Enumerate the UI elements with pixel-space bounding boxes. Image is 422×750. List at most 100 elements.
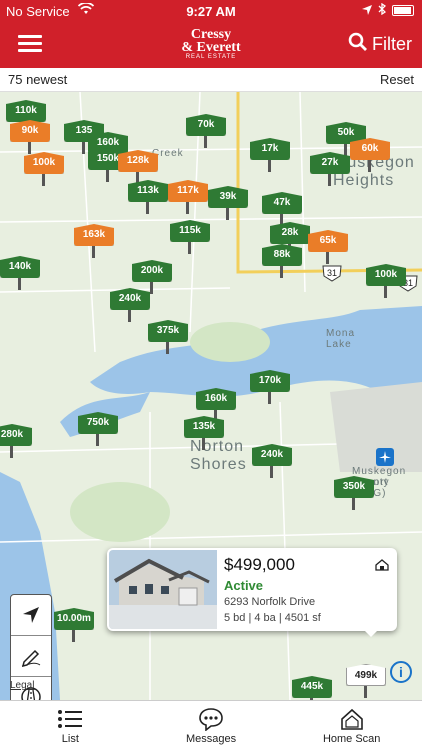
- listing-pin[interactable]: 39k: [208, 186, 248, 220]
- listing-pin[interactable]: 70k: [186, 114, 226, 148]
- listing-pin[interactable]: 17k: [250, 138, 290, 172]
- listing-pin[interactable]: 499k: [346, 664, 386, 698]
- listing-pin[interactable]: 88k: [262, 244, 302, 278]
- listing-pin-price: 280k: [0, 424, 32, 446]
- listing-pin[interactable]: 60k: [350, 138, 390, 172]
- home-scan-icon: [281, 705, 422, 733]
- listing-pin-stem: [202, 438, 205, 450]
- reset-button[interactable]: Reset: [380, 72, 414, 87]
- filter-label: Filter: [372, 34, 412, 54]
- listing-pin-price: 117k: [168, 180, 208, 202]
- listing-pin-price: 170k: [250, 370, 290, 392]
- listing-pin-stem: [384, 286, 387, 298]
- listing-price: $499,000: [224, 555, 295, 574]
- listing-pin-price: 88k: [262, 244, 302, 266]
- listing-pin[interactable]: 27k: [310, 152, 350, 186]
- listing-pin[interactable]: 90k: [10, 120, 50, 154]
- listing-pin[interactable]: 170k: [250, 370, 290, 404]
- place-label: Mona: [326, 328, 356, 339]
- listing-pin-price: 128k: [118, 150, 158, 172]
- tab-bar: List Messages Home Scan: [0, 700, 422, 750]
- listing-pin[interactable]: 10.00m: [54, 608, 94, 642]
- listing-pin[interactable]: 375k: [148, 320, 188, 354]
- listing-pin-price: 90k: [10, 120, 50, 142]
- listing-pin-stem: [106, 170, 109, 182]
- listing-pin-stem: [166, 342, 169, 354]
- results-bar: 75 newest Reset: [0, 68, 422, 92]
- listing-photo: [109, 550, 217, 629]
- listing-pin-price: 10.00m: [54, 608, 94, 630]
- tab-messages[interactable]: Messages: [141, 701, 282, 750]
- listing-pin[interactable]: 280k: [0, 424, 32, 458]
- svg-text:31: 31: [327, 268, 337, 278]
- listing-pin-price: 60k: [350, 138, 390, 160]
- tab-list-label: List: [61, 733, 79, 745]
- listing-pin-stem: [18, 278, 21, 290]
- listing-pin-price: 47k: [262, 192, 302, 214]
- listing-card[interactable]: $499,000 Active 6293 Norfolk Drive 5 bd …: [107, 548, 397, 637]
- listing-pin-price: 350k: [334, 476, 374, 498]
- listing-pin[interactable]: 163k: [74, 224, 114, 258]
- listing-pin-price: 28k: [270, 222, 310, 244]
- listing-pin-stem: [188, 242, 191, 254]
- tab-list[interactable]: List: [0, 701, 141, 750]
- listing-pin-stem: [326, 252, 329, 264]
- listing-pin-price: 100k: [366, 264, 406, 286]
- listing-pin[interactable]: 100k: [366, 264, 406, 298]
- listing-pin-price: 39k: [208, 186, 248, 208]
- listing-pin-stem: [72, 630, 75, 642]
- listing-pin-price: 113k: [128, 180, 168, 202]
- listing-pin-price: 240k: [110, 288, 150, 310]
- listing-pin-price: 445k: [292, 676, 332, 698]
- listing-pin[interactable]: 65k: [308, 230, 348, 264]
- listing-pin-price: 100k: [24, 152, 64, 174]
- listing-pin[interactable]: 140k: [0, 256, 40, 290]
- listing-pin[interactable]: 113k: [128, 180, 168, 214]
- listing-pin-price: 140k: [0, 256, 40, 278]
- route-shield-icon: 31: [322, 265, 342, 282]
- listing-pin-price: 750k: [78, 412, 118, 434]
- listing-pin[interactable]: 128k: [118, 150, 158, 184]
- filter-button[interactable]: Filter: [348, 32, 412, 57]
- card-pointer: [365, 631, 377, 637]
- listing-pin-price: 375k: [148, 320, 188, 342]
- listing-pin[interactable]: 117k: [168, 180, 208, 214]
- draw-button[interactable]: [11, 636, 51, 677]
- listing-pin-stem: [368, 160, 371, 172]
- listing-pin-stem: [268, 392, 271, 404]
- menu-icon[interactable]: [18, 32, 42, 54]
- location-arrow-icon: [362, 3, 372, 18]
- map-view[interactable]: Muskegon Heights Norton Shores Mona Lake…: [0, 92, 422, 700]
- listing-pin[interactable]: 135k: [184, 416, 224, 450]
- listing-pin[interactable]: 100k: [24, 152, 64, 186]
- listing-pin-stem: [280, 266, 283, 278]
- battery-icon: [392, 5, 414, 16]
- list-icon: [0, 705, 141, 733]
- listing-pin-price: 240k: [252, 444, 292, 466]
- listing-pin[interactable]: 240k: [110, 288, 150, 322]
- listing-pin[interactable]: 47k: [262, 192, 302, 226]
- info-icon[interactable]: i: [390, 661, 412, 683]
- legal-link[interactable]: Legal: [10, 680, 34, 691]
- listing-pin-price: 200k: [132, 260, 172, 282]
- listing-pin[interactable]: 445k: [292, 676, 332, 700]
- listing-status: Active: [224, 578, 264, 593]
- listing-pin[interactable]: 350k: [334, 476, 374, 510]
- listing-pin-stem: [92, 246, 95, 258]
- listing-pin-price: 163k: [74, 224, 114, 246]
- airport-icon: [376, 448, 394, 466]
- listing-pin[interactable]: 240k: [252, 444, 292, 478]
- tab-messages-label: Messages: [185, 733, 237, 745]
- listing-pin-stem: [10, 446, 13, 458]
- chat-bubble-icon: [141, 705, 282, 733]
- brand-logo: Cressy & Everett REAL ESTATE: [170, 28, 252, 64]
- tab-home-scan[interactable]: Home Scan: [281, 701, 422, 750]
- listing-pin[interactable]: 750k: [78, 412, 118, 446]
- listing-pin-stem: [204, 136, 207, 148]
- locate-button[interactable]: [11, 595, 51, 636]
- listing-pin-stem: [128, 310, 131, 322]
- listing-pin-stem: [226, 208, 229, 220]
- tab-home-scan-label: Home Scan: [322, 733, 381, 745]
- listing-pin-price: 135k: [184, 416, 224, 438]
- listing-pin[interactable]: 115k: [170, 220, 210, 254]
